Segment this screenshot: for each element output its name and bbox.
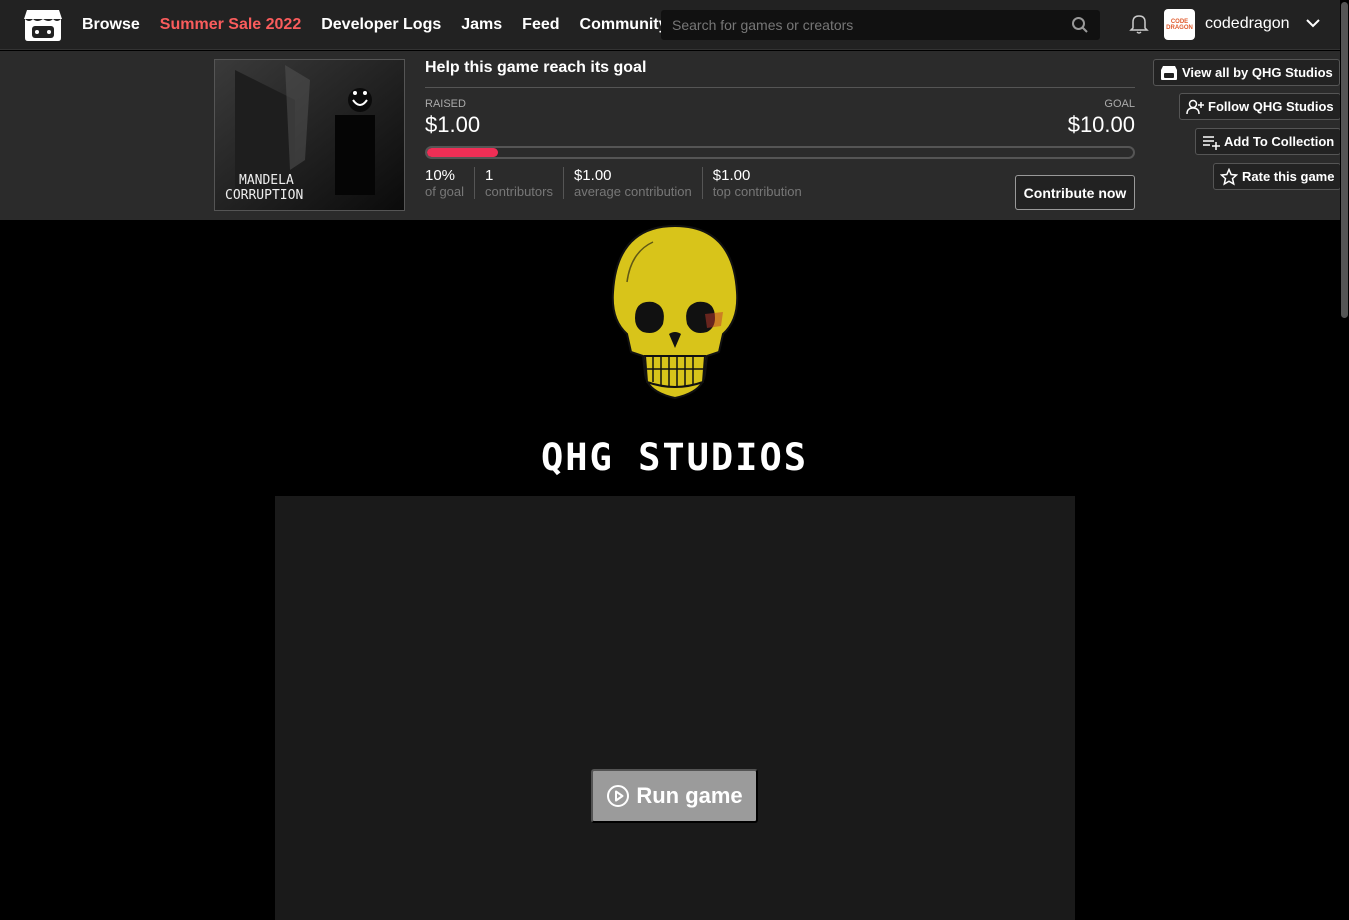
stat-desc: top contribution: [712, 184, 802, 199]
stat-contributors: 1 contributors: [474, 167, 563, 199]
raised-label: RAISED: [425, 98, 466, 110]
game-cover-image[interactable]: MANDELA CORRUPTION: [214, 59, 405, 211]
cover-title: MANDELA CORRUPTION: [225, 173, 303, 203]
game-embed-frame: [275, 496, 1075, 920]
username[interactable]: codedragon: [1205, 15, 1290, 33]
search-input[interactable]: [662, 11, 1099, 39]
avatar[interactable]: CODE DRAGON: [1164, 9, 1195, 40]
skull-logo-icon: [611, 224, 739, 400]
contribute-now-button[interactable]: Contribute now: [1015, 175, 1135, 210]
studio-name-heading: QHG STUDIOS: [540, 436, 809, 479]
stat-value: $1.00: [573, 167, 612, 184]
view-all-by-creator-button[interactable]: View all by QHG Studios: [1153, 59, 1340, 86]
add-collection-label: Add To Collection: [1224, 134, 1335, 149]
progress-fill: [427, 148, 498, 157]
search-icon[interactable]: [1071, 16, 1089, 34]
goal-heading: Help this game reach its goal: [425, 59, 1135, 88]
goal-label: GOAL: [1104, 98, 1135, 110]
itchio-logo-icon[interactable]: [23, 8, 63, 42]
playlist-add-icon: [1203, 135, 1220, 150]
top-header: Browse Summer Sale 2022 Developer Logs J…: [0, 0, 1349, 50]
add-user-icon: [1186, 99, 1204, 114]
progress-bar: [425, 146, 1135, 159]
nav-jams[interactable]: Jams: [461, 16, 502, 34]
nav-community[interactable]: Community: [580, 16, 668, 34]
add-to-collection-button[interactable]: Add To Collection: [1195, 128, 1342, 155]
view-all-label: View all by QHG Studios: [1182, 65, 1333, 80]
cover-title-line1: MANDELA: [239, 173, 294, 188]
chevron-down-icon[interactable]: [1305, 17, 1321, 29]
nav-feed[interactable]: Feed: [522, 16, 559, 34]
play-circle-icon: [607, 785, 630, 807]
star-icon: [1220, 167, 1238, 186]
rate-label: Rate this game: [1242, 169, 1335, 184]
nav-developer-logs[interactable]: Developer Logs: [321, 16, 441, 34]
follow-creator-button[interactable]: Follow QHG Studios: [1179, 93, 1341, 120]
notification-bell-icon[interactable]: [1129, 13, 1149, 35]
stat-of-goal: 10% of goal: [425, 167, 474, 199]
search-box: [661, 10, 1100, 40]
stat-average-contribution: $1.00 average contribution: [562, 167, 702, 199]
stat-value: 1: [485, 167, 494, 184]
scrollbar-thumb[interactable]: [1341, 2, 1348, 318]
raised-row: RAISED $1.00 GOAL $10.00: [425, 98, 1135, 138]
stat-top-contribution: $1.00 top contribution: [701, 167, 812, 199]
stat-desc: average contribution: [573, 184, 692, 199]
stat-value: 10%: [425, 167, 456, 184]
stat-value: $1.00: [712, 167, 751, 184]
page-scrollbar[interactable]: [1340, 0, 1349, 920]
goal-amount: $10.00: [1067, 112, 1135, 137]
stat-desc: contributors: [485, 184, 553, 199]
raised-amount: $1.00: [425, 112, 481, 137]
rate-game-button[interactable]: Rate this game: [1213, 163, 1342, 190]
cover-title-line2: CORRUPTION: [225, 188, 304, 203]
stat-desc: of goal: [425, 184, 465, 199]
main-nav: Browse Summer Sale 2022 Developer Logs J…: [82, 0, 668, 50]
follow-label: Follow QHG Studios: [1208, 99, 1334, 114]
itchio-store-icon: [1161, 65, 1177, 80]
nav-browse[interactable]: Browse: [82, 16, 140, 34]
avatar-text: CODE DRAGON: [1166, 18, 1193, 31]
run-game-label: Run game: [636, 783, 743, 808]
run-game-button[interactable]: Run game: [591, 769, 758, 823]
nav-summer-sale[interactable]: Summer Sale 2022: [160, 16, 301, 34]
